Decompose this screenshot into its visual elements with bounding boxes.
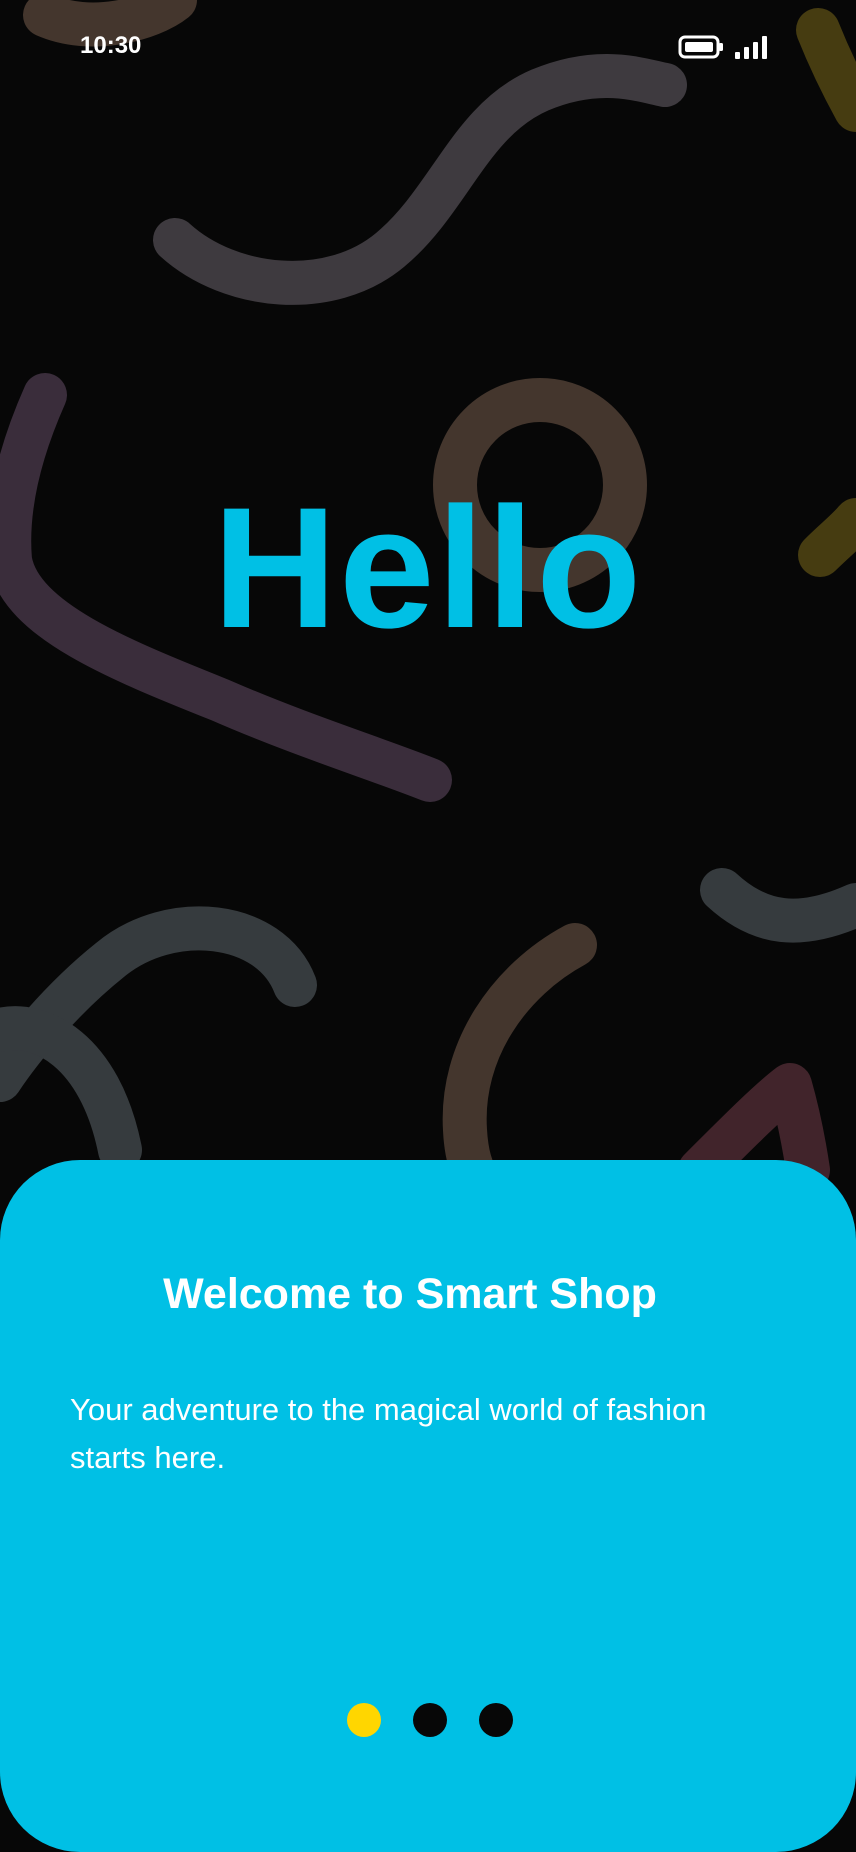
welcome-card [0, 1160, 856, 1852]
doodle-hook [442, 923, 597, 1197]
welcome-title: Welcome to Smart Shop [163, 1270, 657, 1318]
page-dot-3[interactable] [479, 1703, 513, 1737]
cellular-signal-icon [735, 36, 767, 59]
status-bar: 10:30 [0, 0, 856, 96]
onboarding-screen: 10:30 Hello Welcome to Smart Shop Your a… [0, 0, 856, 1852]
page-dot-2[interactable] [413, 1703, 447, 1737]
doodle-wave [153, 53, 687, 305]
doodle-caret [678, 1063, 830, 1192]
welcome-description: Your adventure to the magical world of f… [70, 1392, 707, 1475]
battery-full-icon [678, 35, 723, 59]
page-indicator [347, 1703, 513, 1737]
hero-greeting: Hello [212, 472, 644, 664]
page-dot-1[interactable] [347, 1703, 381, 1737]
doodle-smile [700, 868, 856, 943]
status-time: 10:30 [80, 32, 142, 59]
